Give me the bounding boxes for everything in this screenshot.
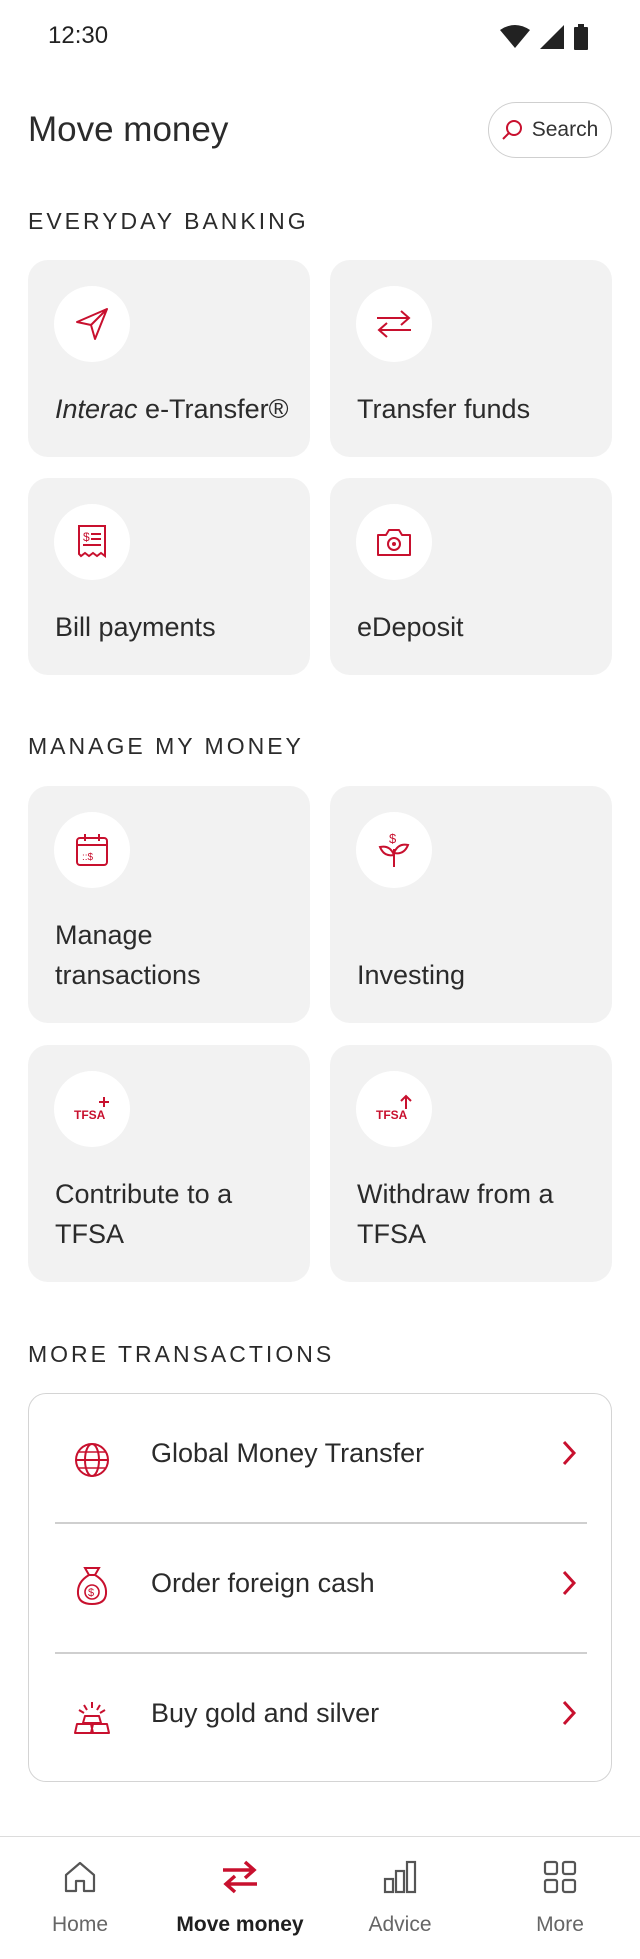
search-button[interactable]: Search [488, 102, 612, 158]
tile-investing[interactable]: $ Investing [330, 786, 612, 1023]
bill-icon: $ [54, 504, 130, 580]
svg-text:$: $ [88, 1587, 94, 1599]
tile-interac-etransfer[interactable]: Interac e-Transfer® [28, 260, 310, 457]
nav-label: Home [51, 1913, 109, 1936]
page-title: Move money [28, 110, 229, 149]
tile-label: Manage transactions [55, 920, 201, 990]
row-label: Order foreign cash [151, 1568, 375, 1598]
tile-manage-transactions[interactable]: ::$ Manage transactions [28, 786, 310, 1023]
tfsa-plus-icon: TFSA [54, 1071, 130, 1147]
tile-edeposit[interactable]: eDeposit [330, 478, 612, 675]
paper-plane-icon [54, 286, 130, 362]
transfer-arrows-icon [356, 286, 432, 362]
nav-label: Move money [176, 1913, 304, 1936]
svg-text:TFSA: TFSA [376, 1108, 408, 1122]
nav-move-money[interactable]: Move money [160, 1837, 320, 1959]
tile-label: Contribute to a TFSA [55, 1179, 233, 1249]
section-manage-my-money: MANAGE MY MONEY [28, 733, 304, 759]
nav-home[interactable]: Home [0, 1837, 160, 1959]
status-bar: 12:30 [0, 0, 640, 76]
tile-label: eDeposit [357, 612, 464, 642]
header: Move money Search [28, 100, 612, 160]
nav-label: More [536, 1913, 584, 1936]
tile-label: Withdraw from a TFSA [357, 1179, 554, 1249]
tile-label: Bill payments [55, 612, 216, 642]
signal-icon [540, 25, 564, 49]
tile-bill-payments[interactable]: $ Bill payments [28, 478, 310, 675]
row-label: Buy gold and silver [151, 1698, 380, 1728]
svg-text:$: $ [389, 831, 397, 846]
list-item-order-foreign-cash[interactable]: $ Order foreign cash [29, 1524, 613, 1653]
money-bag-icon: $ [76, 1567, 108, 1606]
tile-label: Interac e-Transfer® [55, 394, 289, 424]
transfer-icon [223, 1860, 257, 1894]
camera-icon [356, 504, 432, 580]
tile-label: Transfer funds [357, 394, 531, 424]
svg-text:$: $ [83, 530, 90, 544]
more-transactions-list: Global Money Transfer $ Order foreign ca… [28, 1393, 612, 1782]
tile-label: Investing [357, 960, 466, 990]
chevron-right-icon [562, 1440, 577, 1466]
section-everyday-banking: EVERYDAY BANKING [28, 208, 309, 234]
nav-label: Advice [368, 1913, 432, 1936]
tile-withdraw-tfsa[interactable]: TFSA Withdraw from a TFSA [330, 1045, 612, 1282]
plant-dollar-icon: $ [356, 812, 432, 888]
nav-more[interactable]: More [480, 1837, 640, 1959]
tile-transfer-funds[interactable]: Transfer funds [330, 260, 612, 457]
calendar-icon: ::$ [54, 812, 130, 888]
tfsa-arrow-icon: TFSA [356, 1071, 432, 1147]
battery-icon [574, 24, 588, 50]
chevron-right-icon [562, 1570, 577, 1596]
svg-text:::$: ::$ [82, 852, 94, 863]
tile-contribute-tfsa[interactable]: TFSA Contribute to a TFSA [28, 1045, 310, 1282]
status-time: 12:30 [48, 22, 109, 49]
bar-chart-icon [383, 1860, 417, 1894]
section-more-transactions: MORE TRANSACTIONS [28, 1341, 335, 1367]
status-icons [500, 24, 588, 50]
chevron-right-icon [562, 1700, 577, 1726]
nav-advice[interactable]: Advice [320, 1837, 480, 1959]
list-item-global-money-transfer[interactable]: Global Money Transfer [29, 1394, 613, 1523]
search-label: Search [531, 118, 599, 141]
grid-icon [543, 1860, 577, 1894]
home-icon [64, 1861, 96, 1893]
search-icon [502, 120, 522, 140]
gold-bars-icon [74, 1702, 110, 1734]
globe-icon [75, 1443, 109, 1477]
svg-text:TFSA: TFSA [74, 1108, 106, 1122]
bottom-nav: Home Move money Advice More [0, 1836, 640, 1959]
list-item-buy-gold-silver[interactable]: Buy gold and silver [29, 1654, 613, 1783]
wifi-icon [500, 25, 530, 48]
row-label: Global Money Transfer [151, 1438, 425, 1468]
